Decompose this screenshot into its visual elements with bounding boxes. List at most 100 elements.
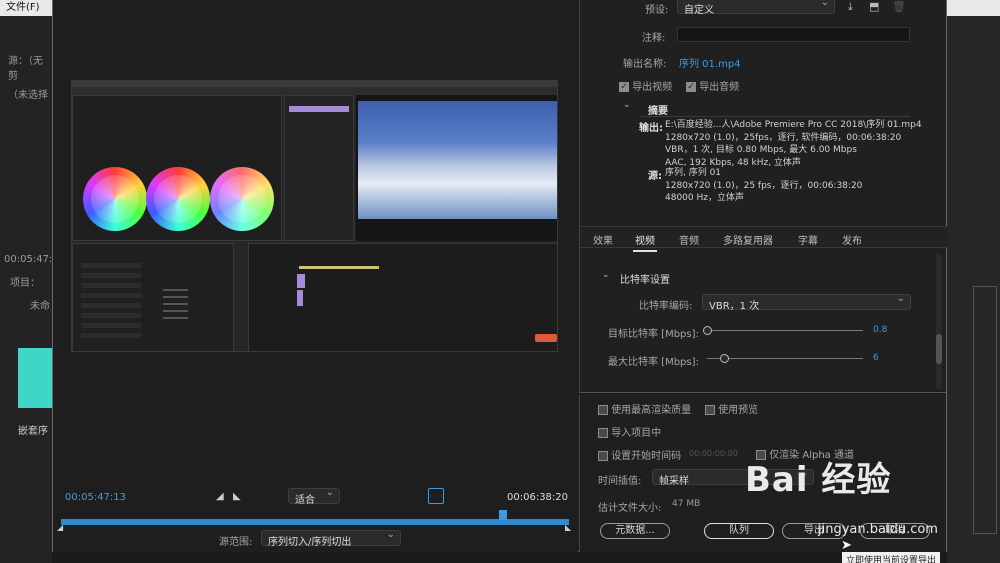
source-time: 00:05:47:1 xyxy=(4,254,59,265)
source-range-label: 源范围: xyxy=(219,537,253,548)
target-bitrate-handle[interactable] xyxy=(703,326,712,335)
preset-value: 自定义 xyxy=(684,5,714,16)
delete-preset-icon[interactable]: 🗑 xyxy=(892,0,906,13)
preview-project-panel xyxy=(72,243,234,351)
preview-effect-highlight xyxy=(289,106,349,112)
save-preset-icon[interactable]: ⤓ xyxy=(848,0,853,14)
duration-time: 00:06:38:20 xyxy=(507,492,569,503)
output-name-link[interactable]: 序列 01.mp4 xyxy=(679,55,741,70)
use-preview-check-icon[interactable] xyxy=(705,405,715,415)
settings-scrollbar[interactable] xyxy=(936,254,942,389)
start-timecode-label: 设置开始时间码 xyxy=(611,451,682,462)
preview-badge xyxy=(535,334,557,342)
tab-effects[interactable]: 效果 xyxy=(593,232,613,247)
preview-effects-panel xyxy=(284,95,354,241)
mark-out-icon[interactable]: ◣ xyxy=(233,491,241,502)
aspect-toggle-icon[interactable] xyxy=(428,488,444,504)
tab-publish[interactable]: 发布 xyxy=(842,232,862,247)
comment-label: 注释: xyxy=(642,33,666,44)
queue-button[interactable]: 队列 xyxy=(704,523,774,539)
use-preview-label: 使用预览 xyxy=(718,405,759,416)
current-time[interactable]: 00:05:47:13 xyxy=(65,492,126,503)
playhead-icon[interactable] xyxy=(498,510,507,520)
summary-source-label: 源: xyxy=(648,171,662,182)
menu-file[interactable]: 文件(F) xyxy=(6,2,40,13)
bitrate-collapse-icon[interactable]: ⌄ xyxy=(602,270,610,280)
target-bitrate-value[interactable]: 0.8 xyxy=(873,325,887,335)
start-timecode-checkbox[interactable]: 设置开始时间码 xyxy=(598,447,681,462)
file-size-label: 估计文件大小: xyxy=(598,503,662,514)
comment-input[interactable] xyxy=(677,27,910,42)
preset-dropdown[interactable]: 自定义 xyxy=(677,0,835,16)
summary-divider xyxy=(640,116,910,117)
target-bitrate-track[interactable] xyxy=(707,330,863,331)
project-label[interactable]: 项目： xyxy=(10,274,40,289)
transport-bar: 00:05:47:13 ◢ ◣ 适合 00:06:38:20 ◢ ◣ 源范围: … xyxy=(53,482,578,552)
in-point-icon[interactable]: ◢ xyxy=(57,523,63,532)
start-timecode-value: 00:00:00:00 xyxy=(689,449,738,458)
bitrate-encoding-dropdown[interactable]: VBR，1 次 xyxy=(702,293,911,312)
summary-source-line: 48000 Hz，立体声 xyxy=(665,193,744,203)
tab-audio[interactable]: 音频 xyxy=(679,232,699,247)
clip-thumbnail[interactable] xyxy=(18,348,52,408)
bitrate-encoding-value: VBR，1 次 xyxy=(709,301,760,312)
export-audio-checkbox[interactable]: 导出音频 xyxy=(686,78,739,93)
color-wheel-highlights xyxy=(210,167,274,231)
mark-in-icon[interactable]: ◢ xyxy=(216,491,224,502)
fit-value: 适合 xyxy=(295,495,315,506)
import-project-checkbox[interactable]: 导入项目中 xyxy=(598,424,661,439)
metadata-button[interactable]: 元数据... xyxy=(600,523,670,539)
color-wheel-midtones xyxy=(146,167,210,231)
timeline-scrubber[interactable] xyxy=(61,519,569,525)
baidu-watermark: Bai 经验 xyxy=(745,460,892,500)
preset-label: 预设: xyxy=(645,5,669,16)
source-panel-label: 源：（无剪 xyxy=(8,56,43,82)
summary-source-line: 序列, 序列 01 xyxy=(665,168,722,178)
max-render-checkbox[interactable]: 使用最高渲染质量 xyxy=(598,401,691,416)
max-bitrate-handle[interactable] xyxy=(720,354,729,363)
preview-work-area xyxy=(299,266,379,269)
fit-dropdown[interactable]: 适合 xyxy=(288,487,340,506)
preview-clip-a xyxy=(297,274,305,288)
summary-collapse-icon[interactable]: ⌄ xyxy=(623,100,631,110)
settings-tabs: 效果 视频 音频 多路复用器 字幕 发布 xyxy=(580,226,947,252)
background-right-panel xyxy=(947,16,1000,563)
max-render-check-icon[interactable] xyxy=(598,405,608,415)
max-bitrate-value[interactable]: 6 xyxy=(873,353,879,363)
summary-title: 摘要 xyxy=(648,106,668,117)
interpolation-value: 帧采样 xyxy=(659,476,689,487)
import-preset-icon[interactable]: ⬒ xyxy=(869,0,879,13)
preview-tools-panel xyxy=(235,243,247,351)
project-unnamed: 未命 xyxy=(30,301,50,312)
preview-timeline-panel xyxy=(248,243,557,351)
preview-frame xyxy=(71,80,558,352)
max-bitrate-track[interactable] xyxy=(707,358,863,359)
summary-output-line: VBR，1 次, 目标 0.80 Mbps, 最大 6.00 Mbps xyxy=(665,145,857,155)
export-video-checkbox[interactable]: 导出视频 xyxy=(619,78,672,93)
target-bitrate-label: 目标比特率 [Mbps]: xyxy=(608,329,699,340)
color-wheel-shadows xyxy=(83,167,147,231)
settings-scroll-thumb[interactable] xyxy=(936,334,942,364)
summary-output-line: 1280x720 (1.0)，25fps，逐行, 软件编码，00:06:38:2… xyxy=(665,132,902,143)
audio-meter xyxy=(973,286,997,534)
export-video-check-icon[interactable] xyxy=(619,82,629,92)
source-range-dropdown[interactable]: 序列切入/序列切出 xyxy=(261,529,401,548)
max-bitrate-label: 最大比特率 [Mbps]: xyxy=(608,357,699,368)
interpolation-label: 时间插值: xyxy=(598,476,642,487)
use-preview-checkbox[interactable]: 使用预览 xyxy=(705,401,758,416)
preview-sky-video xyxy=(358,101,557,219)
tab-video[interactable]: 视频 xyxy=(633,232,657,252)
output-name-label: 输出名称: xyxy=(623,59,667,70)
import-project-check-icon[interactable] xyxy=(598,428,608,438)
export-audio-check-icon[interactable] xyxy=(686,82,696,92)
tab-captions[interactable]: 字幕 xyxy=(798,232,818,247)
export-settings-panel: 预设: 自定义 ⤓ ⬒ 🗑 注释: 输出名称: 序列 01.mp4 导出视频 导… xyxy=(579,0,947,393)
tab-multiplexer[interactable]: 多路复用器 xyxy=(723,232,773,247)
nested-seq-label: 嵌套序 xyxy=(18,426,48,437)
max-render-label: 使用最高渲染质量 xyxy=(611,405,692,416)
export-video-label: 导出视频 xyxy=(632,82,673,93)
source-range-value: 序列切入/序列切出 xyxy=(268,537,352,548)
out-point-icon[interactable]: ◣ xyxy=(565,523,571,532)
file-size-value: 47 MB xyxy=(672,499,701,509)
start-timecode-check-icon[interactable] xyxy=(598,451,608,461)
